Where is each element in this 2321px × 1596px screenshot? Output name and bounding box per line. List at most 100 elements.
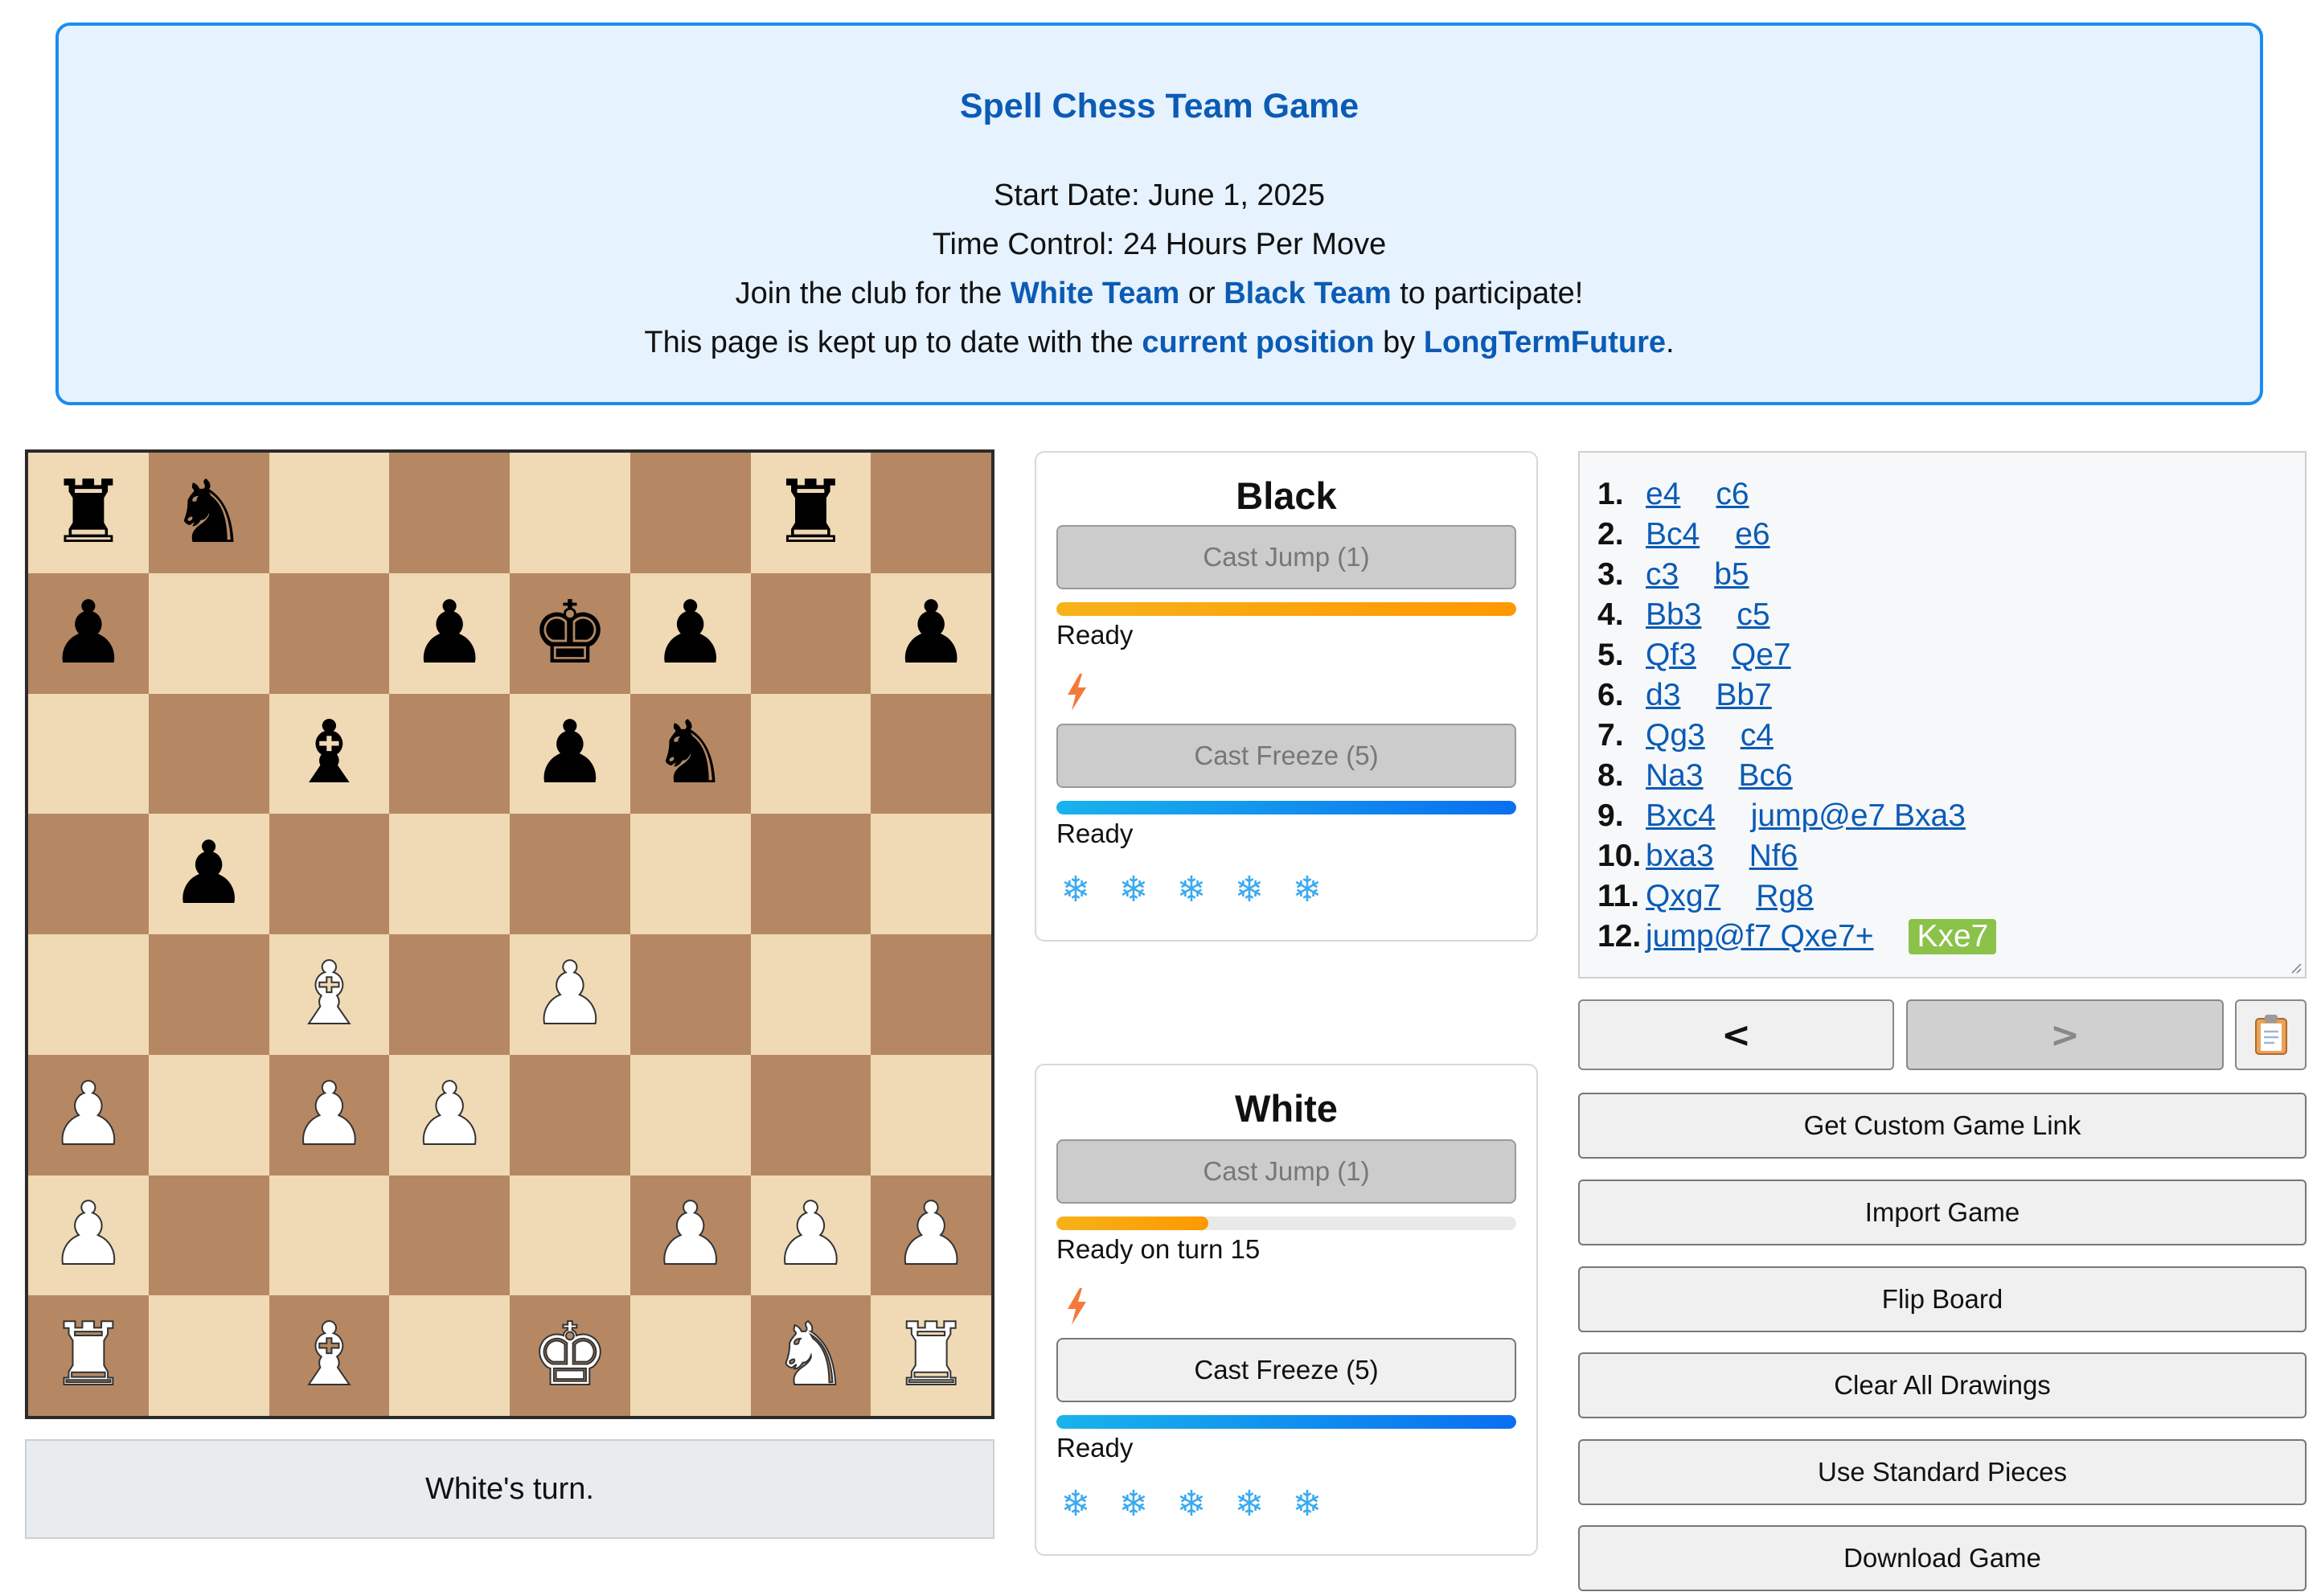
- board-square[interactable]: ♟: [871, 572, 991, 694]
- black-move-link[interactable]: Bb7: [1716, 678, 1771, 713]
- white-king-piece[interactable]: ♚: [530, 1311, 609, 1400]
- board-square[interactable]: [871, 814, 991, 934]
- black-knight-piece[interactable]: ♞: [651, 710, 729, 797]
- black-move-link[interactable]: c5: [1737, 597, 1769, 633]
- board-square[interactable]: [148, 693, 269, 814]
- black-rook-piece[interactable]: ♜: [49, 469, 127, 556]
- board-square[interactable]: ♜: [750, 453, 871, 573]
- black-pawn-piece[interactable]: ♟: [170, 831, 248, 917]
- white-pawn-piece[interactable]: ♟: [48, 1191, 128, 1279]
- board-square[interactable]: [148, 1175, 269, 1296]
- next-move-button[interactable]: >: [1906, 999, 2224, 1070]
- board-square[interactable]: [389, 1295, 510, 1416]
- white-move-link[interactable]: Qf3: [1646, 638, 1696, 673]
- board-square[interactable]: ♚: [510, 1295, 630, 1416]
- board-square[interactable]: [871, 1054, 991, 1175]
- black-move-link[interactable]: c4: [1741, 718, 1774, 753]
- board-square[interactable]: ♝: [269, 1295, 390, 1416]
- black-pawn-piece[interactable]: ♟: [411, 589, 489, 677]
- white-pawn-piece[interactable]: ♟: [530, 950, 609, 1038]
- move-list[interactable]: 1. e4 c6 2. Bc4 e6 3. c3 b5 4. Bb3 c5 5. Qf3 Qe7 6. d3 Bb…: [1578, 451, 2307, 979]
- black-move-link[interactable]: Bc6: [1739, 758, 1793, 794]
- chess-board[interactable]: ♜ ♞ ♜ ♟ ♟ ♚ ♟ ♟ ♝ ♟ ♞ ♟ ♝ ♟ ♟ ♟ ♟ ♟ ♟ ♟ ♟ ♜ ♝ ♚ ♞ ♜: [25, 449, 994, 1419]
- board-square[interactable]: [269, 453, 390, 573]
- black-pawn-piece[interactable]: ♟: [651, 589, 729, 677]
- white-pawn-piece[interactable]: ♟: [289, 1070, 369, 1159]
- white-move-link[interactable]: Qxg7: [1646, 879, 1720, 914]
- white-knight-piece[interactable]: ♞: [771, 1311, 851, 1400]
- board-square[interactable]: ♞: [629, 693, 751, 814]
- board-square[interactable]: [750, 693, 871, 814]
- black-move-link[interactable]: Rg8: [1756, 879, 1814, 914]
- black-cast-freeze-button[interactable]: Cast Freeze (5): [1056, 724, 1516, 788]
- board-square[interactable]: ♟: [148, 814, 269, 934]
- white-move-link[interactable]: bxa3: [1646, 839, 1714, 874]
- board-square[interactable]: ♟: [28, 1175, 149, 1296]
- white-move-link[interactable]: e4: [1646, 477, 1680, 512]
- board-square[interactable]: [148, 572, 269, 694]
- board-square[interactable]: ♚: [510, 572, 630, 694]
- board-square[interactable]: [148, 934, 269, 1055]
- white-bishop-piece[interactable]: ♝: [289, 1311, 369, 1400]
- black-pawn-piece[interactable]: ♟: [49, 589, 127, 677]
- board-square[interactable]: ♟: [28, 1054, 149, 1175]
- board-square[interactable]: [389, 934, 510, 1055]
- white-move-link[interactable]: Bc4: [1646, 517, 1700, 552]
- board-square[interactable]: [28, 814, 149, 934]
- black-bishop-piece[interactable]: ♝: [290, 710, 368, 797]
- board-square[interactable]: [629, 814, 751, 934]
- board-square[interactable]: [750, 572, 871, 694]
- board-square[interactable]: ♜: [28, 1295, 149, 1416]
- board-square[interactable]: ♟: [269, 1054, 390, 1175]
- board-square[interactable]: [389, 693, 510, 814]
- board-square[interactable]: [269, 572, 390, 694]
- black-pawn-piece[interactable]: ♟: [892, 589, 970, 677]
- board-square[interactable]: [28, 693, 149, 814]
- black-move-link[interactable]: c6: [1716, 477, 1749, 512]
- copy-pgn-button[interactable]: [2235, 999, 2307, 1070]
- white-pawn-piece[interactable]: ♟: [410, 1070, 490, 1159]
- board-square[interactable]: ♟: [510, 693, 630, 814]
- black-move-link[interactable]: Kxe7: [1909, 919, 1997, 954]
- board-square[interactable]: [629, 1295, 751, 1416]
- board-square[interactable]: ♞: [750, 1295, 871, 1416]
- white-bishop-piece[interactable]: ♝: [289, 950, 369, 1038]
- white-pawn-piece[interactable]: ♟: [771, 1191, 851, 1279]
- black-cast-jump-button[interactable]: Cast Jump (1): [1056, 525, 1516, 589]
- board-square[interactable]: [750, 934, 871, 1055]
- board-square[interactable]: [148, 1054, 269, 1175]
- board-square[interactable]: [629, 453, 751, 573]
- board-square[interactable]: ♜: [871, 1295, 991, 1416]
- board-square[interactable]: [750, 1054, 871, 1175]
- board-square[interactable]: [871, 934, 991, 1055]
- download-game-button[interactable]: Download Game: [1578, 1525, 2307, 1591]
- board-square[interactable]: ♞: [148, 453, 269, 573]
- black-move-link[interactable]: jump@e7 Bxa3: [1751, 798, 1966, 834]
- board-square[interactable]: ♟: [28, 572, 149, 694]
- white-cast-freeze-button[interactable]: Cast Freeze (5): [1056, 1338, 1516, 1402]
- black-team-link[interactable]: Black Team: [1224, 277, 1391, 310]
- board-square[interactable]: ♟: [629, 1175, 751, 1296]
- board-square[interactable]: [750, 814, 871, 934]
- white-move-link[interactable]: d3: [1646, 678, 1680, 713]
- board-square[interactable]: [510, 814, 630, 934]
- white-team-link[interactable]: White Team: [1011, 277, 1179, 310]
- previous-move-button[interactable]: <: [1578, 999, 1894, 1070]
- board-square[interactable]: [629, 1054, 751, 1175]
- white-rook-piece[interactable]: ♜: [48, 1311, 128, 1400]
- get-custom-game-link-button[interactable]: Get Custom Game Link: [1578, 1093, 2307, 1159]
- board-square[interactable]: [629, 934, 751, 1055]
- white-pawn-piece[interactable]: ♟: [48, 1070, 128, 1159]
- board-square[interactable]: [389, 453, 510, 573]
- flip-board-button[interactable]: Flip Board: [1578, 1266, 2307, 1332]
- black-knight-piece[interactable]: ♞: [170, 469, 248, 556]
- board-square[interactable]: ♟: [750, 1175, 871, 1296]
- white-rook-piece[interactable]: ♜: [892, 1311, 971, 1400]
- white-pawn-piece[interactable]: ♟: [892, 1191, 971, 1279]
- board-square[interactable]: [389, 1175, 510, 1296]
- board-square[interactable]: ♝: [269, 693, 390, 814]
- white-move-link[interactable]: Qg3: [1646, 718, 1705, 753]
- black-pawn-piece[interactable]: ♟: [531, 710, 609, 797]
- import-game-button[interactable]: Import Game: [1578, 1180, 2307, 1245]
- use-standard-pieces-button[interactable]: Use Standard Pieces: [1578, 1439, 2307, 1505]
